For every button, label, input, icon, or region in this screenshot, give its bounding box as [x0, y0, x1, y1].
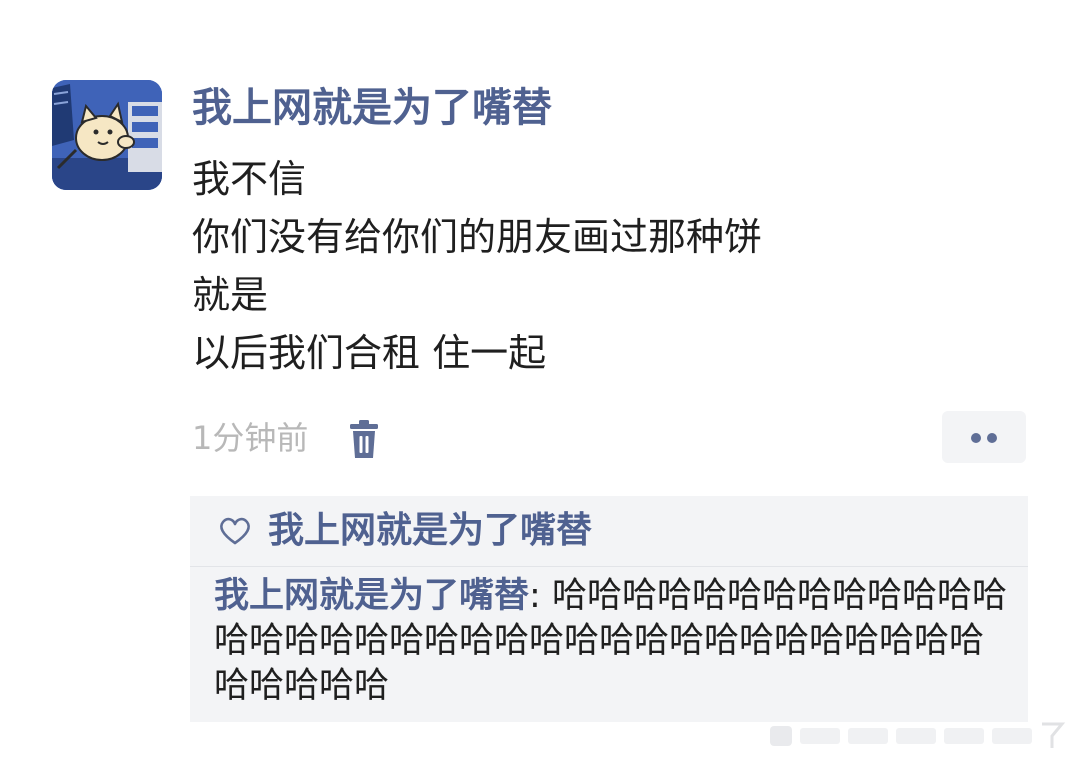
comment-author[interactable]: 我上网就是为了嘴替: [214, 576, 529, 616]
post-line: 就是: [192, 273, 269, 317]
divider: [190, 566, 1028, 567]
post-author-name[interactable]: 我上网就是为了嘴替: [192, 82, 552, 134]
heart-outline-icon[interactable]: [218, 516, 252, 546]
liker-name[interactable]: 我上网就是为了嘴替: [268, 506, 592, 556]
comment: 我上网就是为了嘴替: 哈哈哈哈哈哈哈哈哈哈哈哈哈哈哈哈哈哈哈哈哈哈哈哈哈哈哈哈哈…: [214, 574, 1014, 709]
comment-separator: :: [529, 576, 552, 616]
more-dots-icon: [971, 433, 981, 443]
post-content: 我不信 你们没有给你们的朋友画过那种饼 就是 以后我们合租 住一起: [192, 150, 762, 382]
post-line: 以后我们合租 住一起: [192, 331, 547, 375]
cartoon-cat-avatar: [52, 80, 162, 190]
watermark-logo: [770, 716, 1070, 752]
post-line: 我不信: [192, 157, 307, 201]
more-dots-icon: [987, 433, 997, 443]
post-timestamp: 1分钟前: [192, 419, 309, 457]
like-row: 我上网就是为了嘴替: [190, 496, 1028, 566]
reply-box: 我上网就是为了嘴替 我上网就是为了嘴替: 哈哈哈哈哈哈哈哈哈哈哈哈哈哈哈哈哈哈哈…: [190, 496, 1028, 722]
more-options-button[interactable]: [942, 411, 1026, 463]
post-line: 你们没有给你们的朋友画过那种饼: [192, 215, 763, 259]
avatar[interactable]: [52, 80, 162, 190]
trash-icon[interactable]: [346, 420, 382, 460]
